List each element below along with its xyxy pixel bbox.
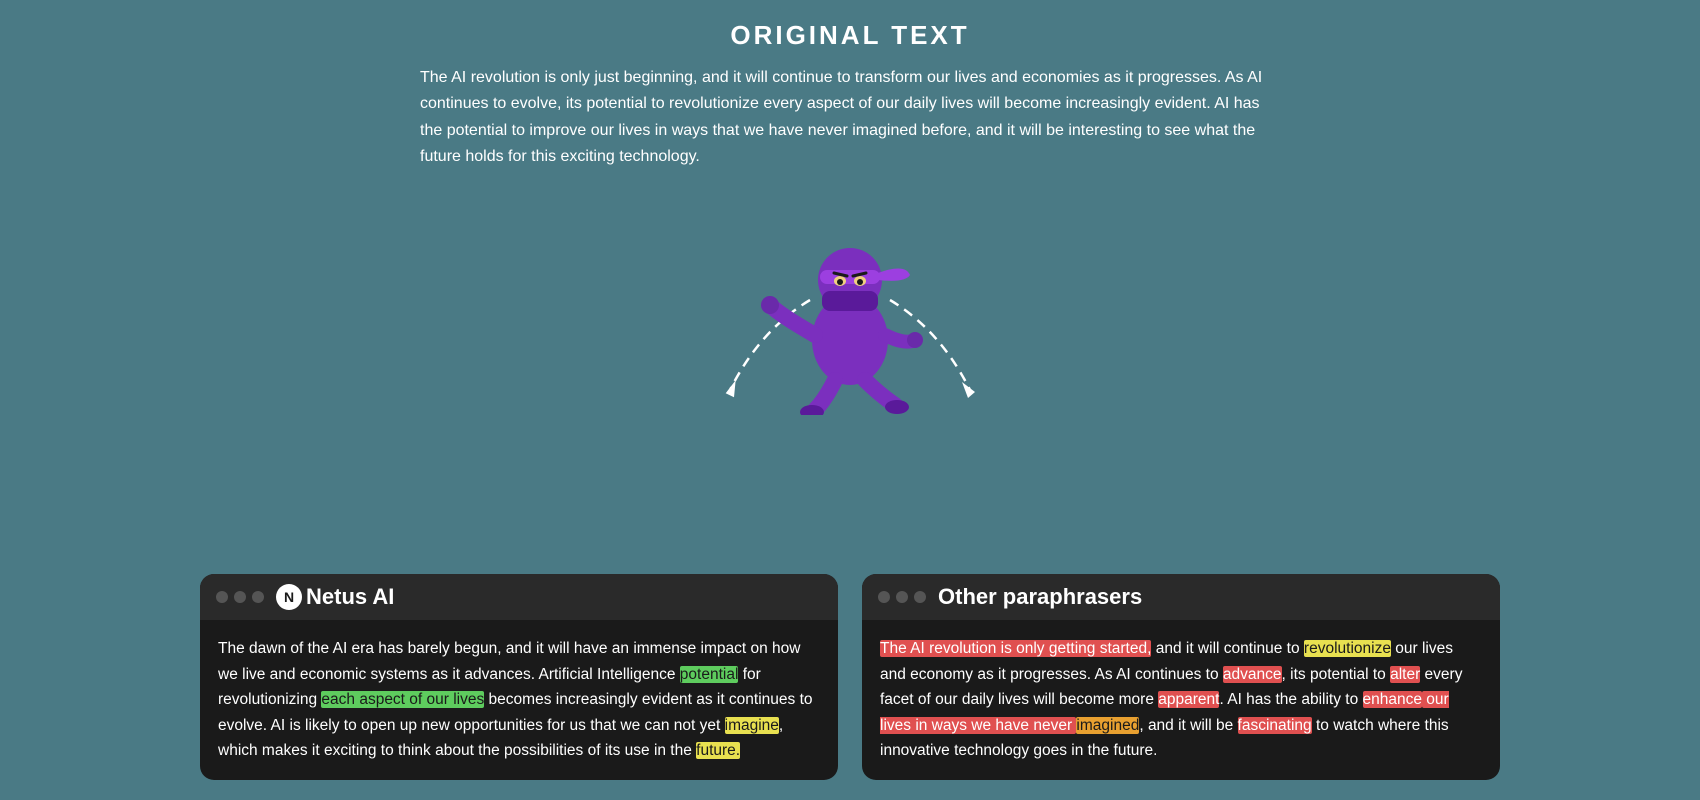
other-highlight-enhance: enhance xyxy=(1363,691,1422,708)
other-title-text: Other paraphrasers xyxy=(938,584,1142,609)
netus-panel-dots xyxy=(216,591,264,603)
other-dot-1 xyxy=(878,591,890,603)
netus-panel-body: The dawn of the AI era has barely begun,… xyxy=(200,620,838,780)
other-text-3: , its potential to xyxy=(1282,666,1391,683)
other-text-1: and it will continue to xyxy=(1151,640,1304,657)
other-highlight-fascinating: fascinating xyxy=(1238,717,1312,734)
other-highlight-alter: alter xyxy=(1390,666,1420,683)
other-highlight-apparent: apparent xyxy=(1158,691,1219,708)
other-highlight-imagined: imagined xyxy=(1076,717,1139,734)
other-panel-dots xyxy=(878,591,926,603)
other-panel-body: The AI revolution is only getting starte… xyxy=(862,620,1500,780)
netus-panel-header: N Netus AI xyxy=(200,574,838,620)
other-dot-2 xyxy=(896,591,908,603)
other-text-6: , and it will be xyxy=(1139,717,1237,734)
netus-highlight-future: future. xyxy=(696,742,740,759)
other-highlight-advance: advance xyxy=(1223,666,1282,683)
other-panel-header: Other paraphrasers xyxy=(862,574,1500,620)
other-highlight-1: The AI revolution is only getting starte… xyxy=(880,640,1151,657)
page-container: ORIGINAL TEXT The AI revolution is only … xyxy=(0,0,1700,800)
netus-highlight-each-aspect: each aspect of our lives xyxy=(321,691,484,708)
original-text-section: ORIGINAL TEXT The AI revolution is only … xyxy=(420,20,1280,171)
dot-3 xyxy=(252,591,264,603)
netus-highlight-potential: potential xyxy=(680,666,739,683)
netus-title-text: Netus AI xyxy=(306,584,394,610)
dot-2 xyxy=(234,591,246,603)
original-text-body: The AI revolution is only just beginning… xyxy=(420,65,1280,171)
panels-container: N Netus AI The dawn of the AI era has ba… xyxy=(200,574,1500,780)
dot-1 xyxy=(216,591,228,603)
original-text-title: ORIGINAL TEXT xyxy=(420,20,1280,51)
netus-logo-icon: N xyxy=(276,584,302,610)
other-dot-3 xyxy=(914,591,926,603)
other-panel: Other paraphrasers The AI revolution is … xyxy=(862,574,1500,780)
other-text-5: . AI has the ability to xyxy=(1219,691,1362,708)
other-highlight-revolutionize: revolutionize xyxy=(1304,640,1391,657)
netus-panel: N Netus AI The dawn of the AI era has ba… xyxy=(200,574,838,780)
other-panel-title: Other paraphrasers xyxy=(938,584,1142,610)
ninja-character xyxy=(760,195,940,415)
netus-highlight-imagine: imagine xyxy=(725,717,779,734)
netus-panel-title: N Netus AI xyxy=(276,584,394,610)
